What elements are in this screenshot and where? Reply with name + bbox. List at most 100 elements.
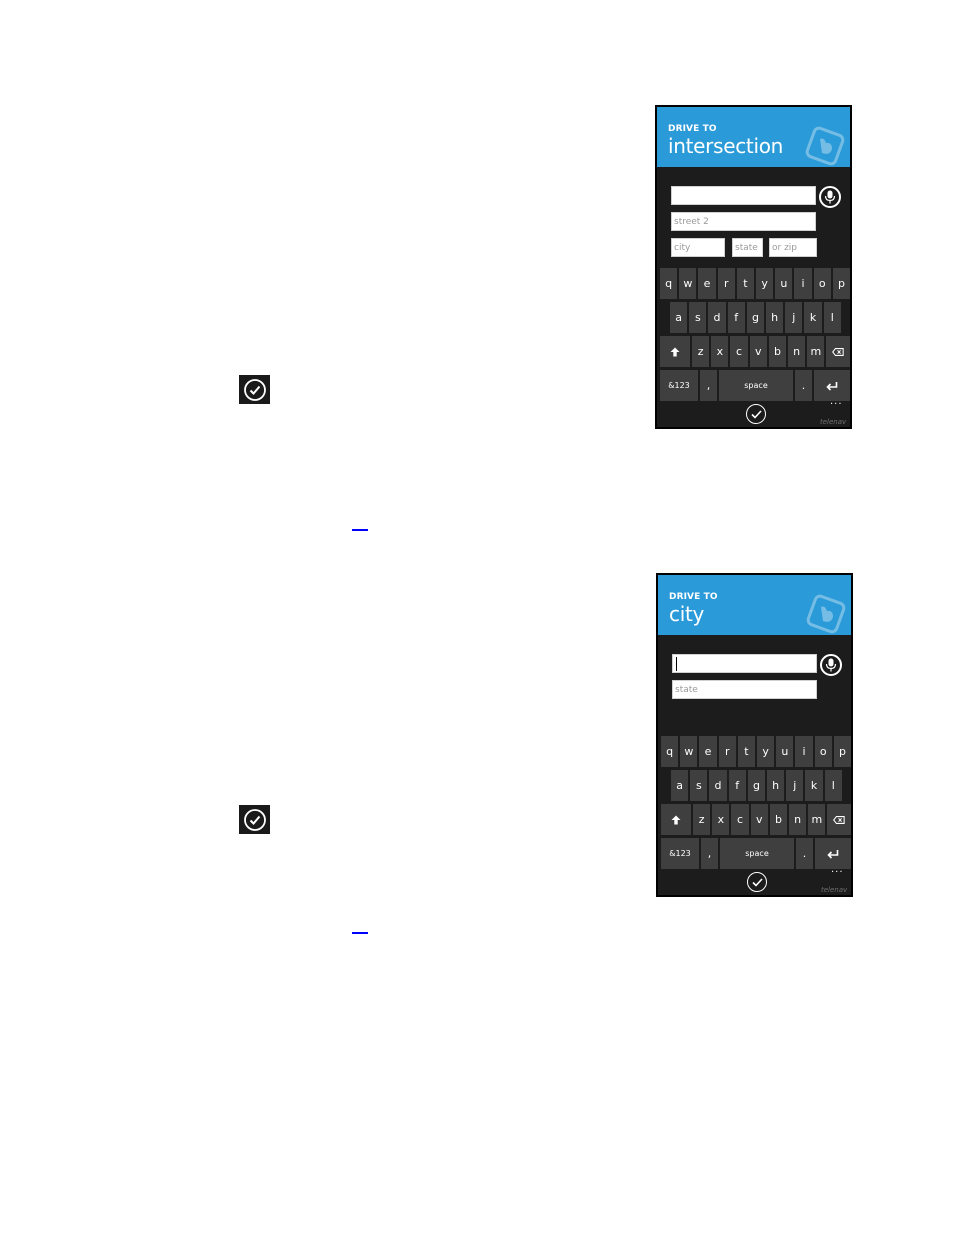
key-g[interactable]: g [746, 302, 765, 333]
key-g[interactable]: g [747, 770, 766, 801]
key-h[interactable]: h [767, 770, 785, 801]
key-label: j [793, 779, 797, 792]
microphone-button[interactable] [820, 654, 842, 676]
key-z[interactable]: z [693, 804, 711, 835]
key-x[interactable]: x [711, 336, 729, 367]
street-1-field[interactable] [671, 186, 816, 205]
key-a[interactable]: a [670, 302, 688, 333]
key-i[interactable]: i [795, 736, 813, 767]
key-j[interactable]: j [785, 302, 803, 333]
key-t[interactable]: t [736, 268, 755, 299]
key-c[interactable]: c [730, 336, 748, 367]
key-n[interactable]: n [789, 804, 807, 835]
key-r[interactable]: r [717, 268, 735, 299]
state-input[interactable] [675, 685, 814, 695]
key-b[interactable]: b [768, 336, 787, 367]
space-key[interactable]: space [720, 838, 794, 869]
key-m[interactable]: m [808, 804, 826, 835]
key-label: space [745, 849, 769, 858]
street-1-input[interactable] [674, 191, 813, 201]
state-field[interactable] [672, 680, 817, 699]
key-j[interactable]: j [786, 770, 804, 801]
city-input[interactable] [675, 659, 814, 669]
key-w[interactable]: w [680, 736, 698, 767]
key-t[interactable]: t [737, 736, 756, 767]
accept-check-icon [239, 375, 270, 404]
key-x[interactable]: x [712, 804, 730, 835]
key-e[interactable]: e [699, 736, 717, 767]
more-options-button[interactable]: ... [831, 865, 844, 875]
key-i[interactable]: i [794, 268, 812, 299]
key-e[interactable]: e [698, 268, 716, 299]
state-field[interactable] [732, 238, 763, 257]
confirm-button[interactable] [746, 404, 766, 424]
reference-link[interactable] [352, 932, 368, 934]
comma-key[interactable]: , [701, 838, 718, 869]
key-a[interactable]: a [671, 770, 689, 801]
symbols-key[interactable]: &123 [660, 370, 698, 401]
key-o[interactable]: o [814, 736, 832, 767]
header-kicker: DRIVE TO [669, 592, 718, 602]
key-l[interactable]: l [823, 302, 841, 333]
key-y[interactable]: y [756, 268, 774, 299]
shift-key[interactable] [660, 336, 690, 367]
space-key[interactable]: space [719, 370, 793, 401]
key-r[interactable]: r [718, 736, 736, 767]
key-label: q [666, 745, 674, 758]
symbols-key[interactable]: &123 [661, 838, 699, 869]
microphone-button[interactable] [819, 186, 841, 208]
key-d[interactable]: d [709, 770, 727, 801]
key-f[interactable]: f [728, 770, 746, 801]
street-2-input[interactable] [674, 217, 813, 227]
key-q[interactable]: q [661, 736, 679, 767]
key-n[interactable]: n [788, 336, 806, 367]
text-cursor [676, 657, 677, 671]
period-key[interactable]: . [796, 838, 813, 869]
key-z[interactable]: z [692, 336, 710, 367]
key-w[interactable]: w [679, 268, 697, 299]
key-b[interactable]: b [769, 804, 788, 835]
key-y[interactable]: y [757, 736, 775, 767]
comma-key[interactable]: , [700, 370, 717, 401]
key-c[interactable]: c [731, 804, 749, 835]
key-f[interactable]: f [727, 302, 745, 333]
key-s[interactable]: s [689, 302, 707, 333]
city-input[interactable] [674, 243, 722, 253]
key-v[interactable]: v [750, 804, 768, 835]
key-k[interactable]: k [804, 302, 822, 333]
city-field[interactable] [671, 238, 725, 257]
key-label: &123 [669, 849, 691, 858]
more-options-button[interactable]: ... [830, 397, 843, 407]
city-field[interactable] [672, 654, 817, 673]
accept-check-icon [239, 805, 270, 834]
period-key[interactable]: . [795, 370, 812, 401]
backspace-key[interactable] [827, 804, 851, 835]
key-k[interactable]: k [805, 770, 823, 801]
key-label: z [698, 813, 705, 826]
key-label: e [704, 745, 712, 758]
key-s[interactable]: s [690, 770, 708, 801]
state-input[interactable] [735, 243, 760, 253]
shift-key[interactable] [661, 804, 691, 835]
key-l[interactable]: l [824, 770, 842, 801]
key-u[interactable]: u [775, 268, 793, 299]
backspace-key[interactable] [826, 336, 850, 367]
backspace-icon [832, 347, 844, 356]
reference-link[interactable] [352, 529, 368, 531]
key-label: c [737, 813, 744, 826]
key-m[interactable]: m [807, 336, 825, 367]
key-h[interactable]: h [766, 302, 784, 333]
zip-input[interactable] [772, 243, 814, 253]
key-d[interactable]: d [708, 302, 726, 333]
confirm-button[interactable] [747, 872, 767, 892]
key-v[interactable]: v [749, 336, 767, 367]
key-label: f [735, 779, 740, 792]
phone-screenshot-intersection: DRIVE TO intersection qwer tyuiop asdfghjk… [655, 105, 852, 429]
zip-field[interactable] [769, 238, 817, 257]
street-2-field[interactable] [671, 212, 816, 231]
key-o[interactable]: o [813, 268, 831, 299]
key-u[interactable]: u [776, 736, 794, 767]
key-p[interactable]: p [832, 268, 850, 299]
key-q[interactable]: q [660, 268, 678, 299]
key-p[interactable]: p [833, 736, 851, 767]
